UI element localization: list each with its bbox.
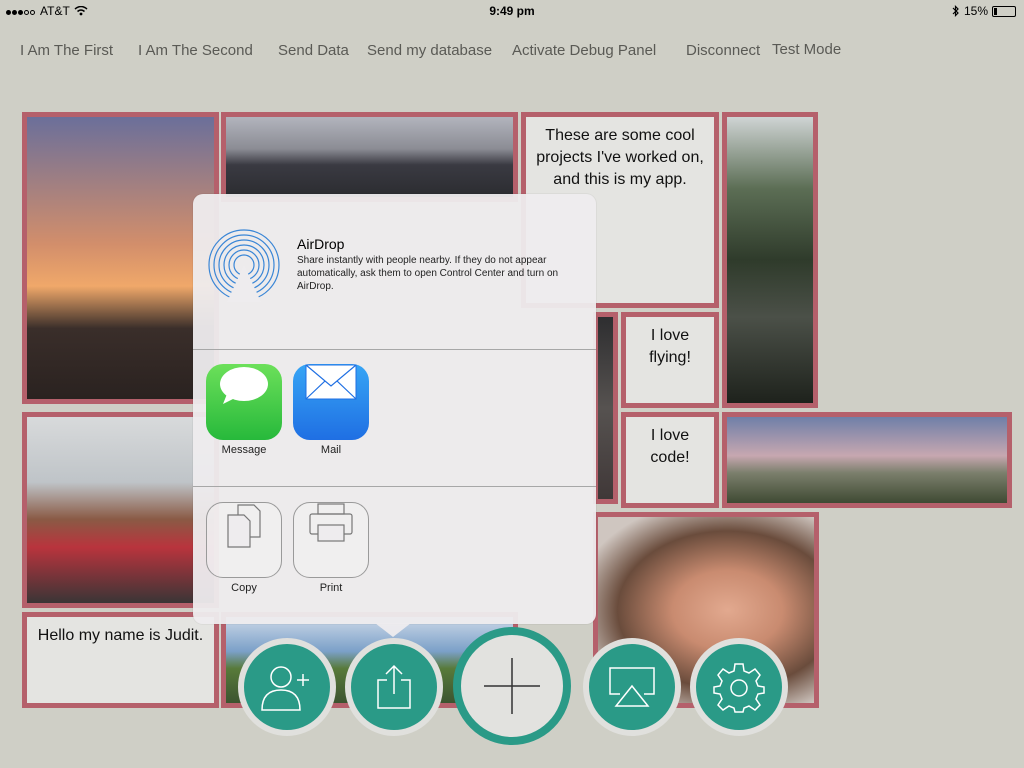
mail-label: Mail <box>320 444 342 456</box>
battery-group: 15% <box>952 4 1016 18</box>
message-icon <box>206 364 282 440</box>
nav-test-mode[interactable]: Test Mode <box>772 41 841 58</box>
nav-i-am-the-second[interactable]: I Am The Second <box>138 42 253 59</box>
popover-arrow <box>375 623 411 637</box>
text-tile-love-flying[interactable]: I love flying! <box>621 312 719 408</box>
print-label: Print <box>319 582 343 594</box>
copy-label: Copy <box>231 582 257 594</box>
status-bar: AT&T 9:49 pm 15% <box>0 0 1024 22</box>
share-sheet: AirDrop Share instantly with people near… <box>193 194 596 624</box>
share-copy-button[interactable]: Copy <box>206 502 282 594</box>
copy-icon <box>206 502 282 578</box>
mail-icon <box>293 364 369 440</box>
share-icon <box>377 664 411 709</box>
airplay-button[interactable] <box>583 638 681 736</box>
photo-tile-partial[interactable] <box>593 312 618 504</box>
battery-percent: 15% <box>963 4 988 18</box>
settings-button[interactable] <box>690 638 788 736</box>
add-button[interactable] <box>453 627 571 745</box>
gear-icon <box>713 663 765 713</box>
divider <box>193 486 596 487</box>
photo-tile-kids[interactable] <box>22 412 219 608</box>
share-print-button[interactable]: Print <box>293 502 369 594</box>
love-flying-text: I love flying! <box>649 327 691 366</box>
print-icon <box>293 502 369 578</box>
add-user-icon <box>261 666 309 711</box>
add-user-button[interactable] <box>238 638 336 736</box>
airdrop-description: Share instantly with people nearby. If t… <box>297 255 559 292</box>
nav-disconnect[interactable]: Disconnect <box>686 42 760 59</box>
photo-tile-river[interactable] <box>722 112 818 408</box>
top-nav: I Am The First I Am The Second Send Data… <box>0 41 1024 62</box>
nav-activate-debug-panel[interactable]: Activate Debug Panel <box>512 42 656 59</box>
airplay-icon <box>609 667 655 707</box>
bluetooth-icon <box>952 5 959 17</box>
text-tile-love-code[interactable]: I love code! <box>621 412 719 508</box>
message-label: Message <box>221 444 267 456</box>
plus-icon <box>484 658 540 714</box>
share-message-button[interactable]: Message <box>206 364 282 456</box>
airdrop-title: AirDrop <box>297 236 345 252</box>
battery-icon <box>992 5 1016 17</box>
airdrop-icon <box>208 229 280 302</box>
photo-tile-beach[interactable] <box>722 412 1012 508</box>
clock: 9:49 pm <box>489 4 535 18</box>
nav-i-am-the-first[interactable]: I Am The First <box>20 42 113 59</box>
airdrop-section[interactable]: AirDrop Share instantly with people near… <box>193 194 596 349</box>
cool-projects-text: These are some cool projects I've worked… <box>536 127 704 188</box>
share-mail-button[interactable]: Mail <box>293 364 369 456</box>
share-button[interactable] <box>345 638 443 736</box>
nav-send-data[interactable]: Send Data <box>278 42 349 59</box>
photo-tile-clocktower[interactable] <box>22 112 219 404</box>
love-code-text: I love code! <box>650 427 690 466</box>
divider <box>193 349 596 350</box>
hello-text: Hello my name is Judit. <box>37 627 204 644</box>
text-tile-hello[interactable]: Hello my name is Judit. <box>22 612 219 708</box>
photo-tile-cables[interactable] <box>221 112 518 202</box>
nav-send-my-database[interactable]: Send my database <box>367 42 492 59</box>
